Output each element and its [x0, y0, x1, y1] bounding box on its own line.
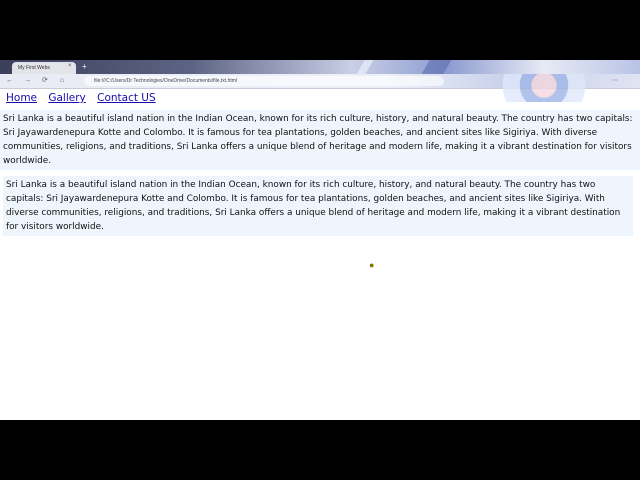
nav-link-contact[interactable]: Contact US [97, 92, 156, 104]
nav-link-gallery[interactable]: Gallery [48, 92, 85, 104]
tab-close-icon[interactable]: × [68, 63, 72, 69]
address-bar-row: ← → ⟳ ⌂ file:///C:/Users/Dr Technologies… [0, 74, 640, 102]
new-tab-icon[interactable]: + [82, 62, 87, 71]
site-nav: Home Gallery Contact US [6, 92, 164, 104]
browser-window: My First Webs × + ← → ⟳ ⌂ file:///C:/Use… [0, 60, 640, 420]
nav-link-home[interactable]: Home [6, 92, 37, 104]
tab-strip: My First Webs × + [0, 60, 640, 88]
tab-title: My First Webs [18, 65, 50, 71]
home-icon[interactable]: ⌂ [60, 76, 64, 86]
mouse-cursor-icon: ● [369, 260, 375, 270]
theme-artwork [500, 74, 610, 102]
menu-icon[interactable]: ⋯ [612, 77, 618, 85]
paragraph-1: Sri Lanka is a beautiful island nation i… [0, 110, 640, 170]
back-icon[interactable]: ← [6, 76, 13, 86]
forward-icon[interactable]: → [24, 76, 31, 86]
browser-tab[interactable]: My First Webs [12, 62, 76, 74]
address-input[interactable]: file:///C:/Users/Dr Technologies/OneDriv… [84, 76, 444, 86]
reload-icon[interactable]: ⟳ [42, 76, 48, 86]
paragraph-2: Sri Lanka is a beautiful island nation i… [3, 176, 633, 236]
